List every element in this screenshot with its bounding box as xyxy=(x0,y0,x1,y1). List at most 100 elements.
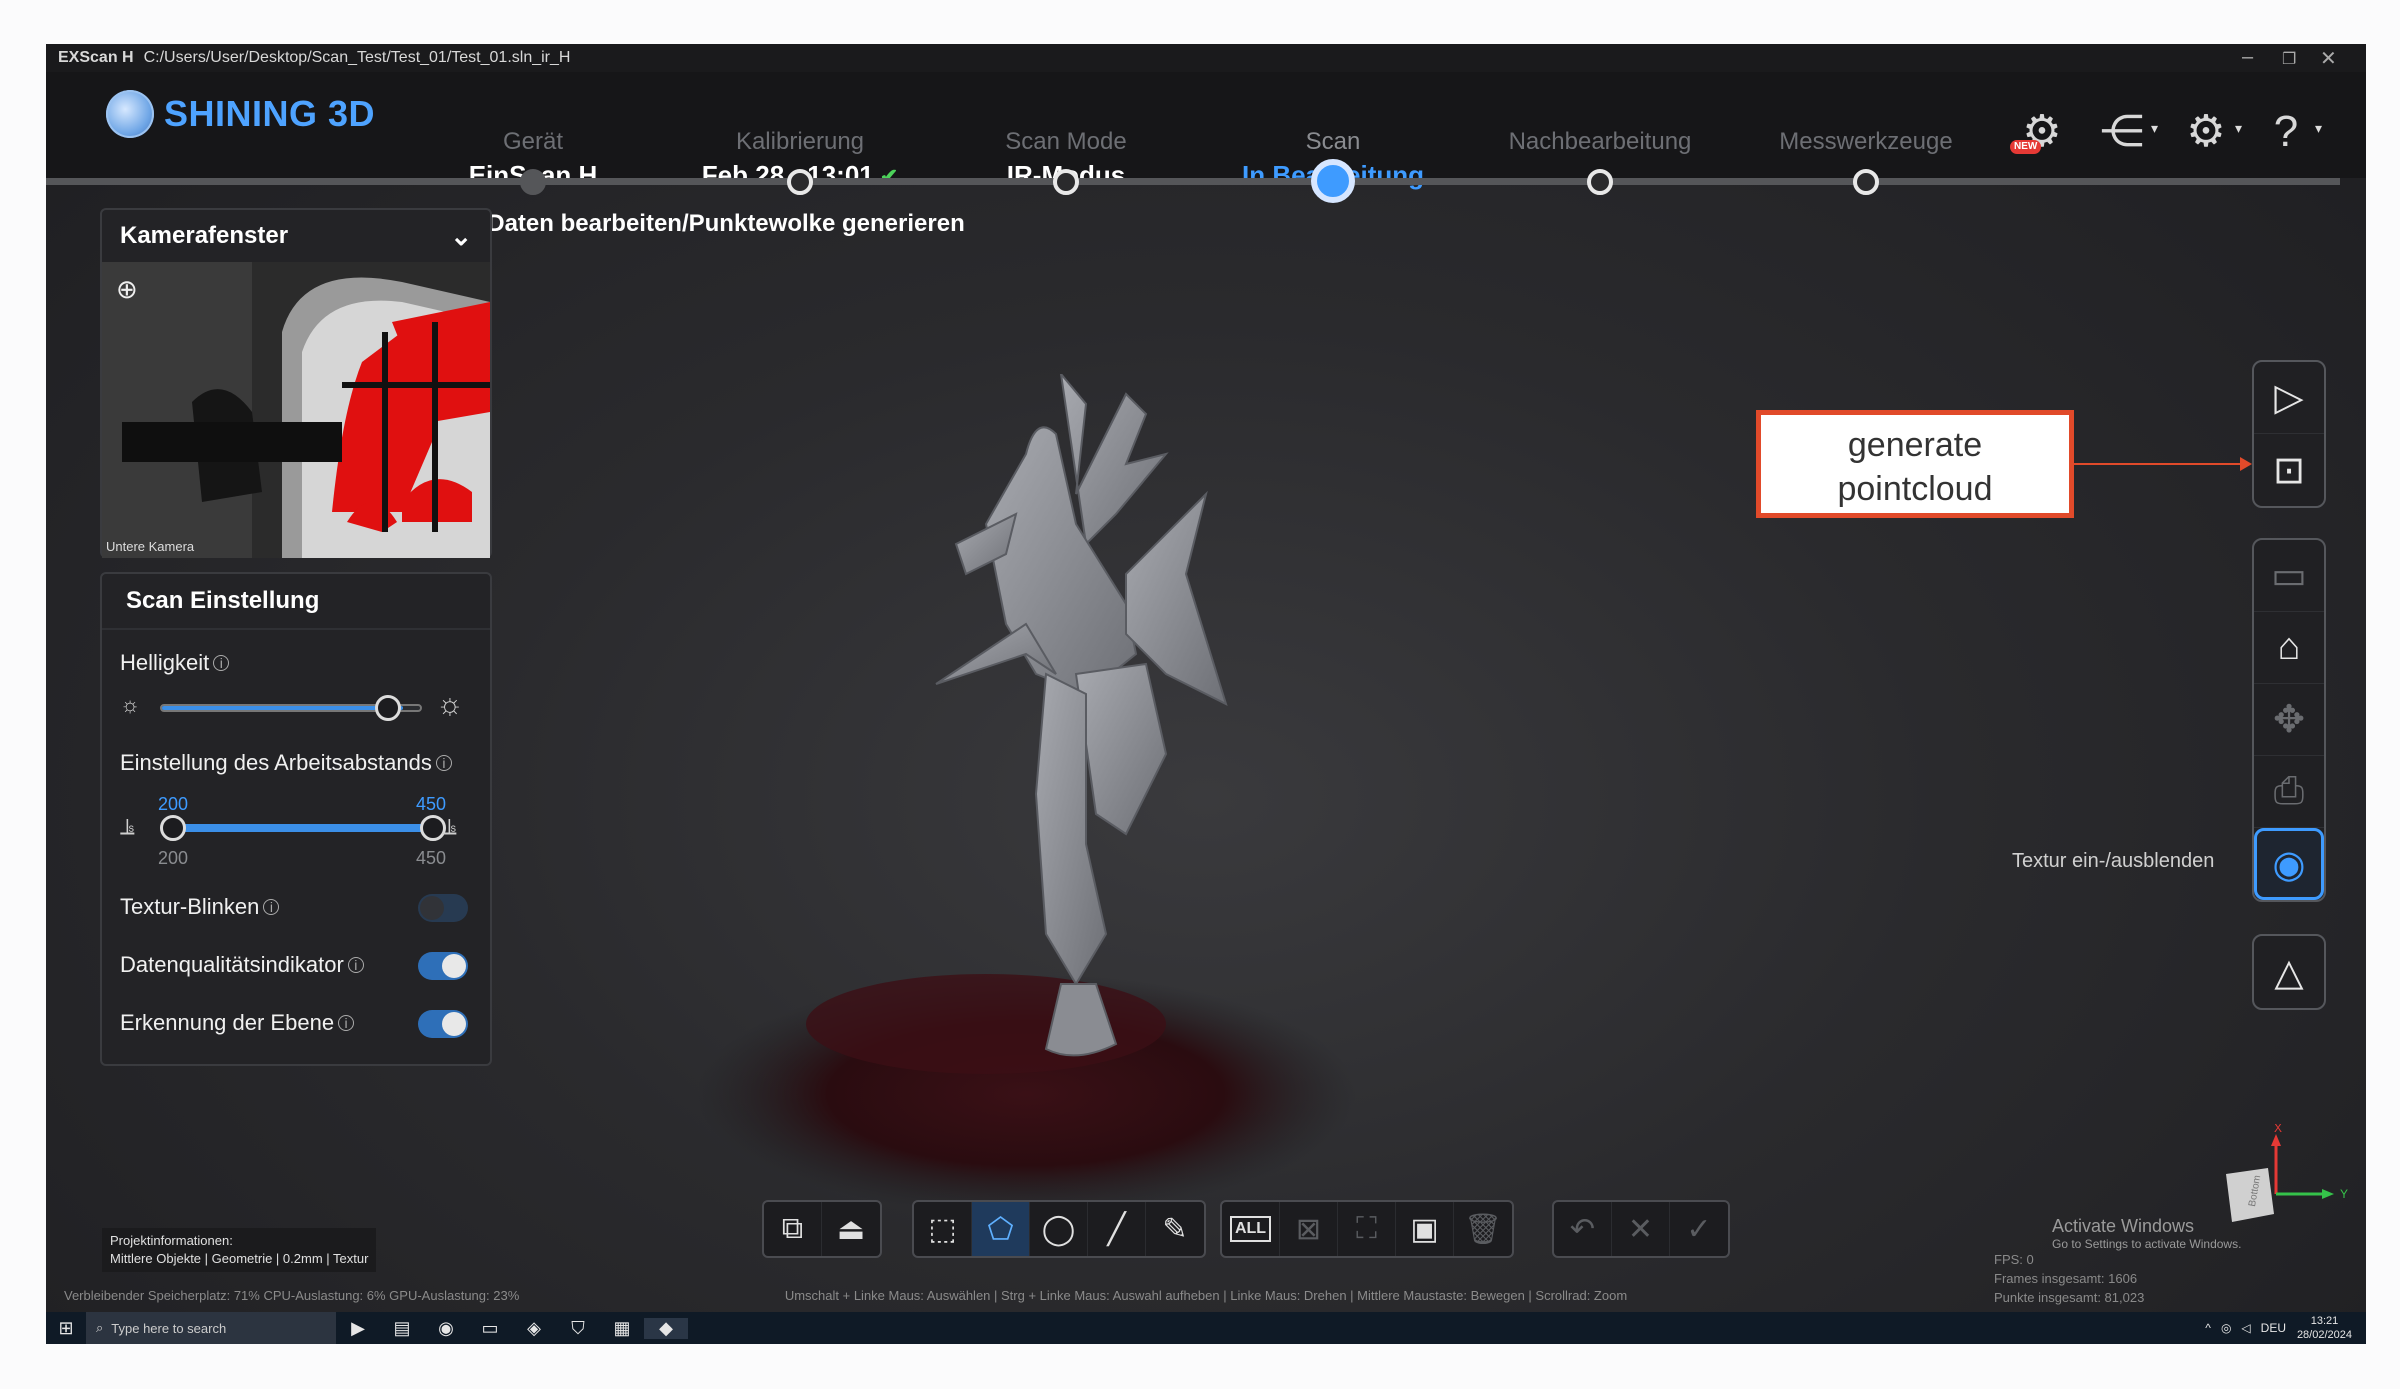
step-node-scan-mode[interactable] xyxy=(1053,169,1079,195)
axis-y-label: Y xyxy=(2340,1187,2348,1201)
brush-select-icon[interactable]: ✎ xyxy=(1146,1202,1204,1256)
apply-check-icon[interactable]: ✓ xyxy=(1670,1202,1728,1256)
scan-settings-title: Scan Einstellung xyxy=(102,574,490,630)
project-info: Projektinformationen: Mittlere Objekte |… xyxy=(102,1228,377,1272)
window-icon[interactable]: ▭ xyxy=(2254,540,2324,612)
camera-panel-header[interactable]: Kamerafenster ⌄ xyxy=(102,210,490,262)
info-icon[interactable]: i xyxy=(338,1015,355,1031)
distance-label: Einstellung des Arbeitsabstands xyxy=(120,750,432,775)
step-label: Scan Mode xyxy=(1005,128,1127,155)
puzzle-icon[interactable]: ✥ xyxy=(2254,684,2324,756)
distance-min-handle[interactable] xyxy=(160,815,186,841)
camera-panel-title: Kamerafenster xyxy=(120,222,289,249)
logo: SHINING 3D xyxy=(106,90,375,138)
toggle-knob xyxy=(442,1012,466,1036)
file-explorer-icon[interactable]: ▤ xyxy=(380,1318,424,1339)
polygon-select-icon[interactable]: ⬠ xyxy=(972,1202,1030,1256)
texture-blink-label: Textur-Blinken xyxy=(120,894,260,919)
step-node-postprocessing[interactable] xyxy=(1587,169,1613,195)
taskbar-search[interactable]: ⌕ Type here to search xyxy=(86,1312,336,1344)
lasso-select-icon[interactable]: ◯ xyxy=(1030,1202,1088,1256)
project-info-title: Projektinformationen: xyxy=(110,1233,233,1248)
quality-toggle[interactable] xyxy=(418,952,468,980)
scanner-update-icon[interactable]: ⚙ NEW xyxy=(2010,102,2072,162)
zoom-in-icon[interactable]: ⊕ xyxy=(116,274,138,305)
tray-chevron-icon[interactable]: ^ xyxy=(2205,1321,2211,1335)
info-icon[interactable]: i xyxy=(435,755,452,771)
camera-view: ⊕ Untere Kamera xyxy=(102,262,490,558)
brightness-label: Helligkeit xyxy=(120,650,210,675)
undo-icon[interactable]: ↶ xyxy=(1554,1202,1612,1256)
restore-icon[interactable]: ❐ xyxy=(2282,49,2296,69)
line-select-icon[interactable]: ╱ xyxy=(1088,1202,1146,1256)
minimize-icon[interactable]: – xyxy=(2242,46,2253,69)
close-icon[interactable]: ✕ xyxy=(2320,46,2337,71)
right-toolbar-group-1: ▷ ⊡ xyxy=(2252,360,2326,508)
plane-toggle[interactable] xyxy=(418,1010,468,1038)
bottom-toolbar-select: ⬚ ⬠ ◯ ╱ ✎ xyxy=(912,1200,1206,1258)
exscan-taskbar-icon[interactable]: ◆ xyxy=(644,1317,688,1339)
step-node-device[interactable] xyxy=(520,169,546,195)
clock-date: 28/02/2024 xyxy=(2296,1329,2352,1341)
generate-pointcloud-icon[interactable]: ⊡ xyxy=(2254,434,2324,506)
select-connected-icon[interactable]: ▣ xyxy=(1396,1202,1454,1256)
scan-viewport[interactable] xyxy=(606,374,1506,1274)
distance-max-value: 450 xyxy=(416,794,447,814)
info-icon[interactable]: i xyxy=(347,957,364,973)
powershell-icon[interactable]: ▶ xyxy=(336,1318,380,1339)
plane-row: Erkennung der Ebene i xyxy=(120,1010,355,1036)
texture-blink-toggle[interactable] xyxy=(418,894,468,922)
cancel-icon[interactable]: ✕ xyxy=(1612,1202,1670,1256)
orientation-gizmo[interactable]: X Y Bottom xyxy=(2196,1124,2356,1244)
app-icon[interactable]: ◈ xyxy=(512,1318,556,1339)
terminal-icon[interactable]: ▭ xyxy=(468,1318,512,1339)
callout-arrowhead xyxy=(2240,457,2252,471)
distance-range-slider[interactable] xyxy=(172,824,434,832)
help-icon[interactable]: ? ▾ xyxy=(2256,102,2322,162)
chrome-icon[interactable]: ◉ xyxy=(424,1318,468,1339)
volume-icon[interactable]: ◁ xyxy=(2241,1321,2250,1335)
save-icon[interactable]: ⎙ xyxy=(2254,756,2324,828)
windows-start-icon[interactable]: ⊞ xyxy=(46,1318,86,1339)
info-icon[interactable]: i xyxy=(213,655,230,671)
distance-far-icon: ⫡ xyxy=(442,814,457,839)
chevron-down-icon: ▾ xyxy=(2150,120,2158,136)
invert-select-icon[interactable]: ⛶ xyxy=(1338,1202,1396,1256)
scan-play-icon[interactable]: ▷ xyxy=(2254,362,2324,434)
brightness-slider-handle[interactable] xyxy=(375,695,402,721)
select-all-icon[interactable]: ALL xyxy=(1222,1202,1280,1256)
mesh-points-icon[interactable]: △ xyxy=(2254,936,2324,1008)
scan-settings-panel: Scan Einstellung Helligkeit i ☼ ☼ Einstel… xyxy=(100,572,492,1066)
project-path: C:/Users/User/Desktop/Scan_Test/Test_01/… xyxy=(143,49,571,66)
info-icon[interactable]: i xyxy=(263,899,280,915)
share-icon[interactable]: ⋲ ▾ xyxy=(2092,102,2158,162)
rect-select-icon[interactable]: ⬚ xyxy=(914,1202,972,1256)
clean-brush-icon[interactable]: ⌂ xyxy=(2254,612,2324,684)
delete-icon[interactable]: 🗑 xyxy=(1454,1202,1512,1256)
chevron-down-icon[interactable]: ⌄ xyxy=(450,221,472,252)
step-node-calibration[interactable] xyxy=(787,169,813,195)
callout-line-1: generate xyxy=(1847,426,1983,464)
network-icon[interactable]: ◎ xyxy=(2221,1321,2231,1335)
step-node-measure-tools[interactable] xyxy=(1853,169,1879,195)
chevron-down-icon: ▾ xyxy=(2234,120,2242,136)
brightness-high-icon: ☼ xyxy=(436,688,464,721)
distance-row: Einstellung des Arbeitsabstands i xyxy=(120,750,452,776)
logo-globe-icon xyxy=(106,90,154,138)
perspective-cube-icon[interactable]: ⧉ xyxy=(764,1202,822,1256)
language-indicator[interactable]: DEU xyxy=(2261,1321,2286,1335)
settings-gear-icon[interactable]: ⚙ ▾ xyxy=(2176,102,2242,162)
logo-text: SHINING 3D xyxy=(164,93,376,134)
deselect-icon[interactable]: ⊠ xyxy=(1280,1202,1338,1256)
toggle-knob xyxy=(420,896,444,920)
select-all-label: ALL xyxy=(1229,1216,1272,1242)
taskbar-clock[interactable]: 13:21 28/02/2024 xyxy=(2297,1314,2352,1342)
project-info-details: Mittlere Objekte | Geometrie | 0.2mm | T… xyxy=(110,1251,369,1266)
grid-app-icon[interactable]: ▦ xyxy=(600,1318,644,1339)
right-toolbar-group-2: ▭ ⌂ ✥ ⎙ ◉ xyxy=(2252,538,2326,902)
texture-eye-icon[interactable]: ◉ xyxy=(2254,828,2324,900)
shield-icon[interactable]: ⛉ xyxy=(556,1318,600,1339)
step-node-scan[interactable] xyxy=(1311,159,1355,203)
step-label: Kalibrierung xyxy=(735,128,865,155)
scanner-view-icon[interactable]: ⏏ xyxy=(822,1202,880,1256)
